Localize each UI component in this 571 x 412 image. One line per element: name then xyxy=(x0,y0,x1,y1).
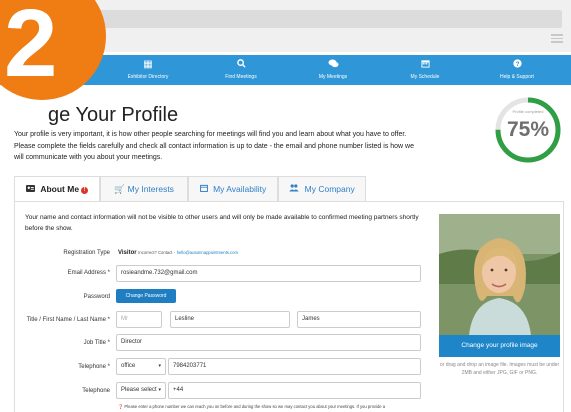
change-profile-image-button[interactable]: Change your profile image xyxy=(439,335,560,357)
registration-type-label: Registration Type xyxy=(63,250,110,256)
menu-icon[interactable] xyxy=(551,34,563,45)
header-strip xyxy=(92,10,562,28)
change-password-button[interactable]: Change Password xyxy=(116,289,176,303)
intro-text: Your profile is very important, it is ho… xyxy=(14,131,414,161)
nav-item-my-meetings[interactable]: My Meetings xyxy=(293,59,373,81)
id-card-icon xyxy=(25,184,37,194)
help-icon: ? xyxy=(477,59,557,71)
last-name-field[interactable]: James xyxy=(297,311,421,328)
step-badge: 2 xyxy=(0,0,106,100)
telephone-number-field[interactable]: 7984203771 xyxy=(168,358,421,375)
gauge-caption: Profile completed xyxy=(512,109,544,114)
calendar-icon xyxy=(385,59,465,71)
email-label: Email Address * xyxy=(67,270,110,276)
chevron-down-icon: ▾ xyxy=(158,387,161,393)
page-title: ge Your Profile xyxy=(48,104,179,126)
tab-about-me[interactable]: About Me! xyxy=(14,176,100,202)
telephone-type-select[interactable]: office ▾ xyxy=(116,358,166,375)
gauge-percent: 75% xyxy=(506,118,550,141)
directory-icon: ▦ xyxy=(143,59,153,70)
search-icon xyxy=(201,59,281,71)
chat-icon xyxy=(293,59,373,71)
telephone-2-label: Telephone xyxy=(82,388,110,394)
tab-my-company[interactable]: My Company xyxy=(278,176,366,202)
users-icon xyxy=(289,184,301,194)
name-label: Title / First Name / Last Name * xyxy=(26,317,110,323)
job-title-field[interactable]: Director xyxy=(116,334,421,351)
cart-icon: 🛒 xyxy=(114,184,125,194)
nav-item-help-support[interactable]: ? Help & Support xyxy=(477,59,557,81)
profile-photo xyxy=(439,214,560,335)
alert-icon: ! xyxy=(81,187,89,194)
registration-type-value: Visitor Incorrect? Contact - hello@autum… xyxy=(118,250,238,256)
phone-footnote: ❓ Please enter a phone number we can rea… xyxy=(118,404,386,409)
step-number: 2 xyxy=(4,0,58,97)
tab-my-availability[interactable]: My Availability xyxy=(188,176,278,202)
image-upload-note: or drag and drop an image file. Images m… xyxy=(439,362,560,376)
telephone-label: Telephone * xyxy=(78,364,110,370)
profile-completion-gauge: Profile completed 75% xyxy=(493,95,563,165)
first-name-field[interactable]: Lesline xyxy=(170,311,290,328)
svg-text:?: ? xyxy=(515,61,519,68)
chevron-down-icon: ▾ xyxy=(158,363,161,369)
support-email-link[interactable]: hello@autumnappointments.com xyxy=(177,250,238,255)
title-field[interactable]: Mr xyxy=(116,311,162,328)
nav-item-find-meetings[interactable]: Find Meetings xyxy=(201,59,281,81)
job-title-label: Job Title * xyxy=(83,340,110,346)
password-label: Password xyxy=(83,294,110,300)
telephone-2-type-select[interactable]: Please select ▾ xyxy=(116,382,166,399)
profile-tabs: About Me! 🛒 My Interests My Availability … xyxy=(14,176,366,202)
tab-my-interests[interactable]: 🛒 My Interests xyxy=(100,176,188,202)
calendar-icon xyxy=(199,184,210,194)
privacy-notice: Your name and contact information will n… xyxy=(25,214,419,232)
email-field[interactable]: rosieandme.732@gmail.com xyxy=(116,265,421,282)
nav-item-exhibitor-directory[interactable]: ▦ Exhibitor Directory xyxy=(108,59,188,81)
nav-item-my-schedule[interactable]: My Schedule xyxy=(385,59,465,81)
telephone-2-number-field[interactable]: +44 xyxy=(168,382,421,399)
